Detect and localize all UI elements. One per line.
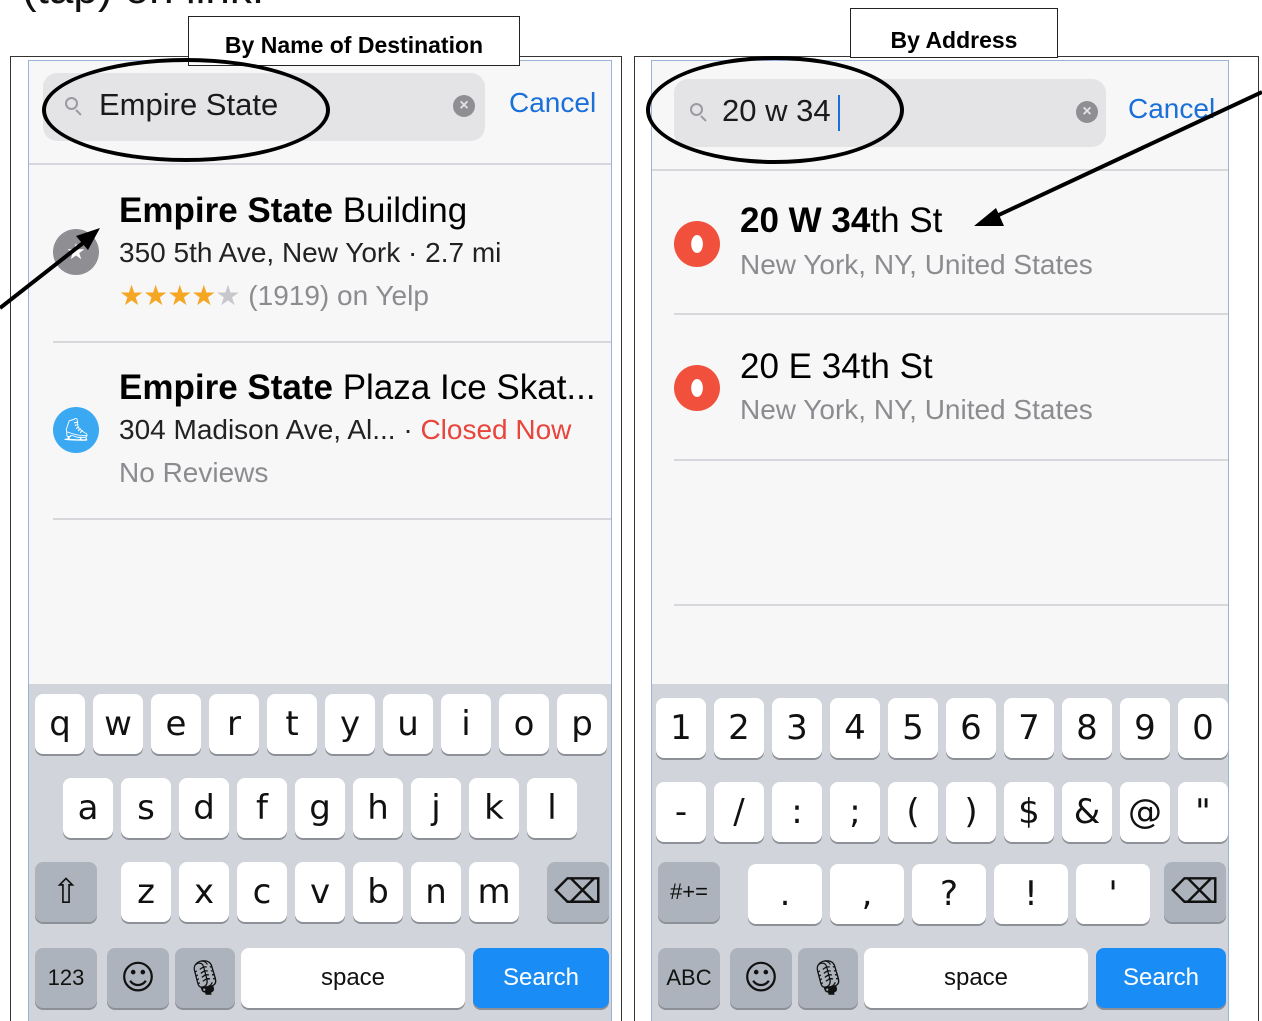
- arrow-to-address-result: [974, 90, 1262, 226]
- arrow-to-first-result: [0, 228, 100, 310]
- annotation-arrows: [0, 90, 1262, 310]
